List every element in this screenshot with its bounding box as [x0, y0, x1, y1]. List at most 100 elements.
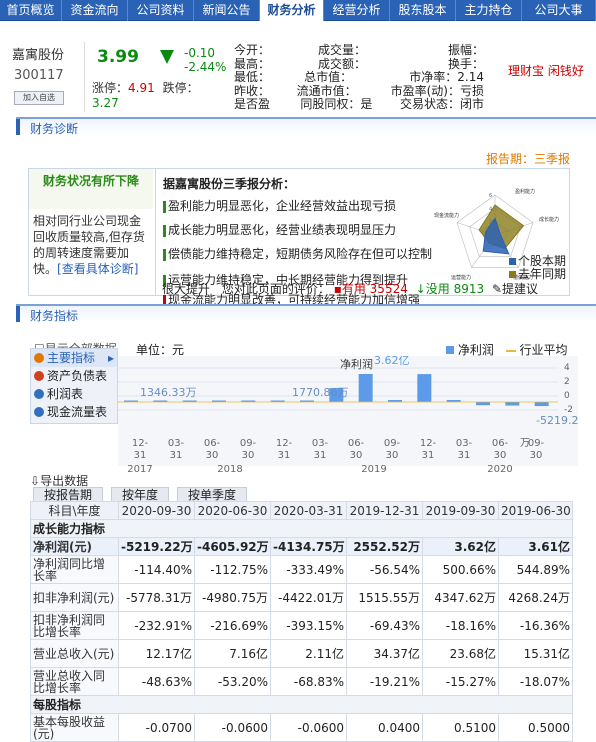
period-tab[interactable]: 按单季度: [177, 487, 248, 502]
x-tick-label: 31: [278, 450, 291, 461]
analysis-text: 盈利能力明显恶化，企业经营效益出现亏损: [168, 199, 397, 213]
x-tick-label: 31: [314, 450, 327, 461]
x-tick-label: 30: [206, 450, 219, 461]
stat-cell: 交易状态：闭市: [399, 97, 484, 111]
price-change: -0.10 -2.44%: [184, 46, 226, 74]
indicators-title: 财务指标: [30, 309, 79, 323]
header-bar: [16, 119, 20, 135]
table-cell: 2.11亿: [270, 639, 347, 668]
nav-tab[interactable]: 公司资料: [128, 0, 194, 21]
stat-cell: 换手：: [447, 56, 484, 71]
table-cell: -4980.75万: [194, 583, 271, 612]
chevron-right-icon: ▸: [107, 351, 114, 365]
stat-cell: 振幅：: [447, 43, 484, 57]
promo-link[interactable]: 理财宝 闲钱好: [508, 62, 584, 79]
nav-tab[interactable]: 资金流向: [62, 0, 128, 21]
nav-tab[interactable]: 公司大事: [522, 0, 596, 21]
report-date: 报告期：三季报: [485, 152, 570, 166]
table-cell: 500.66%: [422, 555, 499, 584]
x-tick-label: 30: [386, 450, 399, 461]
legend-swatch-profit: [446, 346, 454, 354]
survey-useful[interactable]: 有用: [342, 282, 366, 296]
nav-tab[interactable]: 首页概览: [0, 0, 62, 21]
top-nav: 首页概览 资金流向 公司资料 新闻公告 财务分析 经营分析 股东股本 主力持仓 公司大事: [0, 0, 596, 21]
table-cell: -0.0700: [118, 713, 195, 742]
nav-tab[interactable]: 新闻公告: [194, 0, 260, 21]
suggest-icon[interactable]: ✎: [492, 282, 502, 296]
table-cell: 0.5100: [422, 713, 499, 742]
stats-row: 最低： 总市值： 市净率：2.14: [234, 70, 484, 85]
x-tick-label: 03-: [312, 438, 329, 449]
bar[interactable]: [476, 402, 490, 406]
diagnosis-detail-link[interactable]: [查看具体诊断]: [57, 262, 138, 276]
analysis-title: 据嘉寓股份三季报分析：: [163, 177, 296, 191]
change-percent: -2.44%: [184, 60, 227, 74]
bar[interactable]: [417, 374, 432, 402]
data-label: 1770.86万: [292, 386, 349, 399]
table-cell: -333.49%: [270, 555, 347, 584]
radar-legend: 个股本期 去年同期: [509, 255, 566, 281]
x-tick-label: 30: [530, 450, 543, 461]
menu-item[interactable]: 现金流量表: [31, 403, 117, 421]
x-tick-label: 31: [170, 450, 183, 461]
menu-label: 主要指标: [47, 351, 96, 365]
period-tab[interactable]: 按年度: [111, 487, 170, 502]
bar[interactable]: [534, 402, 549, 407]
period-tab[interactable]: 按报告期: [33, 487, 104, 502]
row-label: 净利润同比增长率: [30, 555, 119, 584]
table-cell: -19.21%: [346, 667, 423, 696]
table-cell: 4347.62万: [422, 583, 499, 612]
export-icon[interactable]: ⇩: [30, 474, 40, 488]
y-tick-label: 0: [564, 391, 570, 401]
table-cell: -68.83%: [270, 667, 347, 696]
menu-label: 资产负债表: [47, 369, 108, 383]
year-label: 2018: [217, 464, 242, 475]
menu-icon: [34, 371, 44, 381]
nav-tab[interactable]: 主力持仓: [456, 0, 522, 21]
limit-up-value: 4.91: [128, 81, 155, 95]
menu-icon: [34, 389, 44, 399]
radar-tick: 6: [489, 193, 492, 199]
x-tick-label: 30: [494, 450, 507, 461]
table-cell: -4134.75万: [270, 537, 347, 556]
status-title: 财务状况有所下降: [29, 169, 153, 209]
table-cell: -114.40%: [118, 555, 195, 584]
year-label: 2020: [487, 464, 512, 475]
menu-item[interactable]: 主要指标 ▸: [31, 349, 117, 367]
radar-label: 现金流能力: [434, 212, 459, 219]
x-tick-label: 03-: [168, 438, 185, 449]
table-cell: 3.61亿: [498, 537, 573, 556]
x-tick-label: 06-: [492, 438, 509, 449]
bar[interactable]: [505, 402, 520, 406]
row-label: 扣非净利润(元): [30, 583, 119, 612]
diagnosis-title: 财务诊断: [30, 122, 79, 136]
data-label: 3.62亿: [374, 356, 410, 367]
table-cell: 7.16亿: [194, 639, 271, 668]
thumb-down-icon[interactable]: ↓: [416, 282, 426, 296]
row-label: 扣非净利润同比增长率: [30, 611, 119, 640]
limit-down-value: 3.27: [92, 96, 119, 110]
limit-down-label: 跌停：: [162, 81, 199, 95]
export-label: 导出数据: [40, 474, 89, 488]
table-cell: -112.75%: [194, 555, 271, 584]
nav-tab[interactable]: 股东股本: [390, 0, 456, 21]
menu-item[interactable]: 利润表: [31, 385, 117, 403]
add-watchlist-button[interactable]: 加入自选: [14, 91, 64, 105]
thumb-up-icon[interactable]: ▪: [334, 282, 342, 296]
nav-tab[interactable]: 经营分析: [324, 0, 390, 21]
nav-tab[interactable]: 财务分析: [260, 0, 324, 21]
stock-code: 300117: [14, 68, 64, 83]
analysis-text: 成长能力明显恶化，经营业绩表现明显压力: [168, 223, 397, 237]
suggest-link[interactable]: 提建议: [502, 282, 538, 296]
row-label: 净利润(元): [30, 537, 119, 556]
legend-label: 去年同期: [518, 267, 567, 281]
quote-panel: 嘉寓股份 300117 加入自选 3.99 -0.10 -2.44% 涨停：4.…: [0, 42, 596, 112]
menu-item[interactable]: 资产负债表: [31, 367, 117, 385]
bar[interactable]: [358, 374, 373, 402]
table-cell: -5219.22万: [118, 537, 195, 556]
table-cell: -53.20%: [194, 667, 271, 696]
diagnosis-box: 财务状况有所下降 相对同行业公司现金回收质量较高,但存货的周转速度需要加快。[查…: [28, 168, 570, 307]
stat-cell: 成交额：: [318, 56, 367, 71]
stat-cell: 今开：: [234, 43, 271, 57]
survey-useless[interactable]: 没用: [426, 282, 450, 296]
